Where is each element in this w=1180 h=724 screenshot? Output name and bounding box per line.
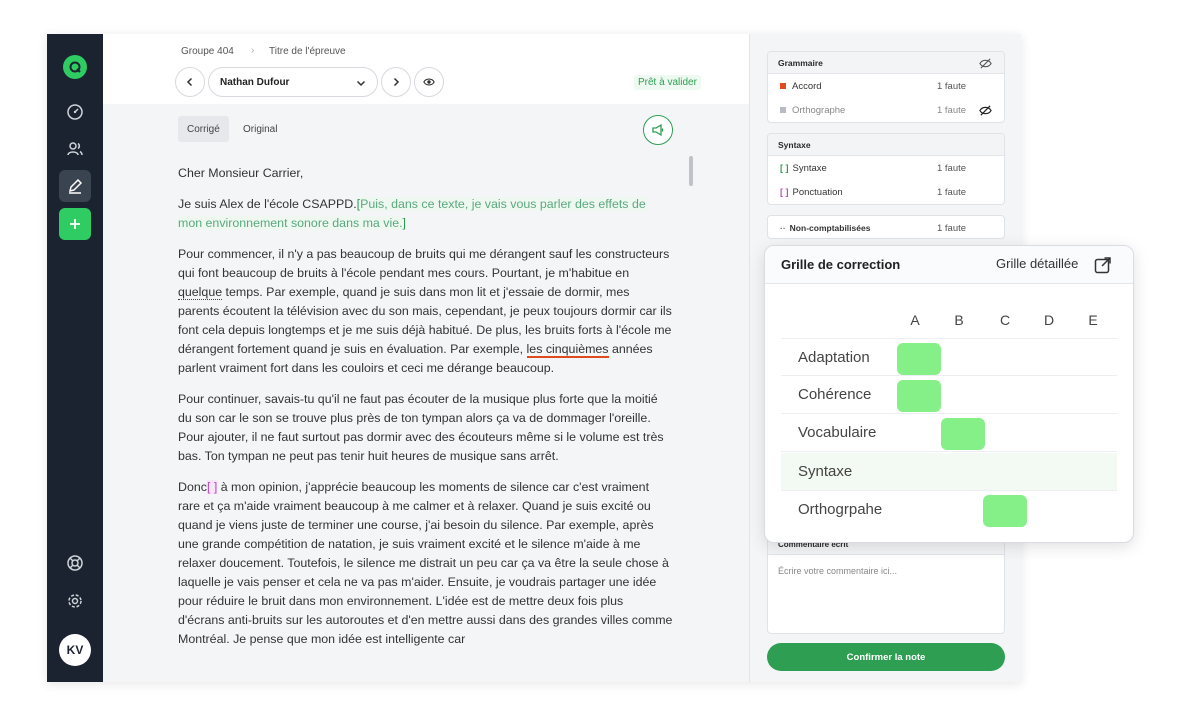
grid-row-label: Syntaxe (798, 463, 853, 480)
sidebar: KV (47, 34, 103, 682)
grid-row-adaptation: Adaptation (781, 338, 1117, 376)
grid-header: Grille de correction Grille détaillée (765, 246, 1133, 284)
row-count: 1 faute (937, 80, 967, 92)
tab-original[interactable]: Original (234, 116, 286, 142)
help-icon[interactable] (59, 547, 91, 579)
grid-row-label: Cohérence (798, 386, 872, 403)
confirm-grade-button[interactable]: Confirmer la note (767, 643, 1005, 671)
chevron-right-icon (393, 77, 400, 87)
grid-cell-selected[interactable] (941, 418, 985, 450)
essay-paragraph-1: Je suis Alex de l'école CSAPPD.[Puis, da… (178, 195, 673, 233)
grid-cell-selected[interactable] (897, 380, 941, 412)
scrollbar[interactable] (689, 156, 693, 186)
essay-text-segment: Pour commencer, il n'y a pas beaucoup de… (178, 247, 670, 280)
syntax-row-ponctuation[interactable]: [ ] Ponctuation 1 faute (768, 180, 1004, 204)
previous-student-button[interactable] (175, 67, 205, 97)
essay-text-segment: à mon opinion, j'apprécie beaucoup les m… (178, 480, 673, 646)
essay-paragraph-2: Pour commencer, il n'y a pas beaucoup de… (178, 245, 673, 378)
breadcrumb-title: Titre de l'épreuve (269, 46, 346, 57)
syntax-title: Syntaxe (778, 139, 811, 150)
row-count: 1 faute (937, 186, 967, 198)
essay-text: Cher Monsieur Carrier, Je suis Alex de l… (178, 164, 673, 661)
orthographe-color-swatch (780, 107, 786, 113)
grid-column-b: B (954, 312, 964, 328)
status-badge: Prêt à valider (634, 75, 701, 90)
row-label: Syntaxe (792, 162, 827, 174)
row-label: Ponctuation (792, 186, 843, 198)
essay-text-segment: Je suis Alex de l'école CSAPPD. (178, 197, 357, 211)
grammar-title: Grammaire (778, 57, 823, 68)
eye-off-icon[interactable] (979, 57, 992, 70)
chevron-left-icon (186, 77, 193, 87)
row-count: 1 faute (937, 104, 967, 116)
grid-row-label: Orthogrpahe (798, 501, 883, 518)
punctuation-bracket-icon: [ ] (780, 187, 789, 197)
dashboard-icon[interactable] (59, 96, 91, 128)
grid-row-vocabulaire: Vocabulaire (781, 414, 1117, 452)
row-label: Accord (792, 80, 822, 92)
non-counted-card[interactable]: ·· Non-comptabilisées 1 faute (767, 215, 1005, 239)
student-select-value: Nathan Dufour (220, 76, 290, 88)
grid-column-a: A (910, 312, 920, 328)
users-icon[interactable] (59, 133, 91, 165)
row-label: Non-comptabilisées (789, 223, 871, 233)
comment-card: Commentaire écrit Écrire votre commentai… (767, 534, 1005, 634)
grid-row-label: Vocabulaire (798, 424, 877, 441)
grid-row-coherence: Cohérence (781, 376, 1117, 414)
main-content: Groupe 404 › Titre de l'épreuve Nathan D… (103, 34, 749, 682)
detailed-grid-link[interactable]: Grille détaillée (996, 256, 1078, 271)
syntax-bracket-icon: [ ] (780, 163, 789, 173)
megaphone-icon (652, 123, 664, 137)
essay-greeting: Cher Monsieur Carrier, (178, 166, 304, 180)
avatar[interactable]: KV (59, 634, 91, 666)
syntax-card-header: Syntaxe (768, 134, 1004, 156)
grammar-card-header: Grammaire (768, 52, 1004, 74)
row-count: 1 faute (937, 222, 967, 234)
next-student-button[interactable] (381, 67, 411, 97)
grid-column-c: C (999, 312, 1011, 328)
audio-button[interactable] (643, 115, 673, 145)
breadcrumb-separator-icon: › (251, 45, 255, 56)
grid-title: Grille de correction (781, 257, 901, 272)
essay-text-segment: Donc (178, 480, 207, 494)
dots-icon: ·· (780, 223, 786, 233)
eye-off-icon[interactable] (979, 104, 992, 117)
gear-icon[interactable] (59, 585, 91, 617)
eye-icon (423, 78, 435, 86)
breadcrumb-group[interactable]: Groupe 404 (181, 46, 234, 57)
tab-corrected[interactable]: Corrigé (178, 116, 229, 142)
syntax-row-syntaxe[interactable]: [ ] Syntaxe 1 faute (768, 156, 1004, 180)
external-link-icon[interactable] (1093, 255, 1113, 275)
syntax-card: Syntaxe [ ] Syntaxe 1 faute [ ] Ponctuat… (767, 133, 1005, 205)
syntax-bracket-close: ] (402, 216, 406, 230)
essay-paragraph-4: Donc[ ] à mon opinion, j'apprécie beauco… (178, 478, 673, 649)
grid-cell-selected[interactable] (897, 343, 941, 375)
essay-paragraph-3: Pour continuer, savais-tu qu'il ne faut … (178, 392, 664, 463)
preview-button[interactable] (414, 67, 444, 97)
grammar-row-accord[interactable]: Accord 1 faute (768, 74, 1004, 98)
chevron-down-icon (356, 80, 366, 87)
punctuation-mark[interactable]: [ ] (206, 480, 218, 494)
topbar: Groupe 404 › Titre de l'épreuve Nathan D… (103, 34, 749, 104)
agreement-error-mark[interactable]: les cinquièmes (526, 342, 609, 358)
student-select[interactable]: Nathan Dufour (208, 67, 378, 97)
add-icon[interactable] (59, 208, 91, 240)
grid-column-d: D (1043, 312, 1055, 328)
pen-icon[interactable] (59, 170, 91, 202)
row-label: Orthographe (792, 104, 846, 116)
logo-icon[interactable] (63, 55, 87, 79)
grammar-row-orthographe[interactable]: Orthographe 1 faute (768, 98, 1004, 122)
correction-grid-panel: Grille de correction Grille détaillée A … (764, 245, 1134, 543)
grid-column-e: E (1088, 312, 1098, 328)
accord-color-swatch (780, 83, 786, 89)
comment-input[interactable]: Écrire votre commentaire ici... (768, 555, 1004, 587)
row-count: 1 faute (937, 162, 967, 174)
spelling-mark[interactable]: quelque (178, 285, 223, 300)
grid-row-orthographe: Orthogrpahe (781, 491, 1117, 529)
grid-row-label: Adaptation (798, 349, 870, 366)
grammar-card: Grammaire Accord 1 faute Orthographe 1 f… (767, 51, 1005, 123)
grid-row-syntaxe[interactable]: Syntaxe (781, 453, 1117, 491)
grid-cell-selected[interactable] (983, 495, 1027, 527)
non-counted-row: ·· Non-comptabilisées 1 faute (768, 216, 1004, 238)
